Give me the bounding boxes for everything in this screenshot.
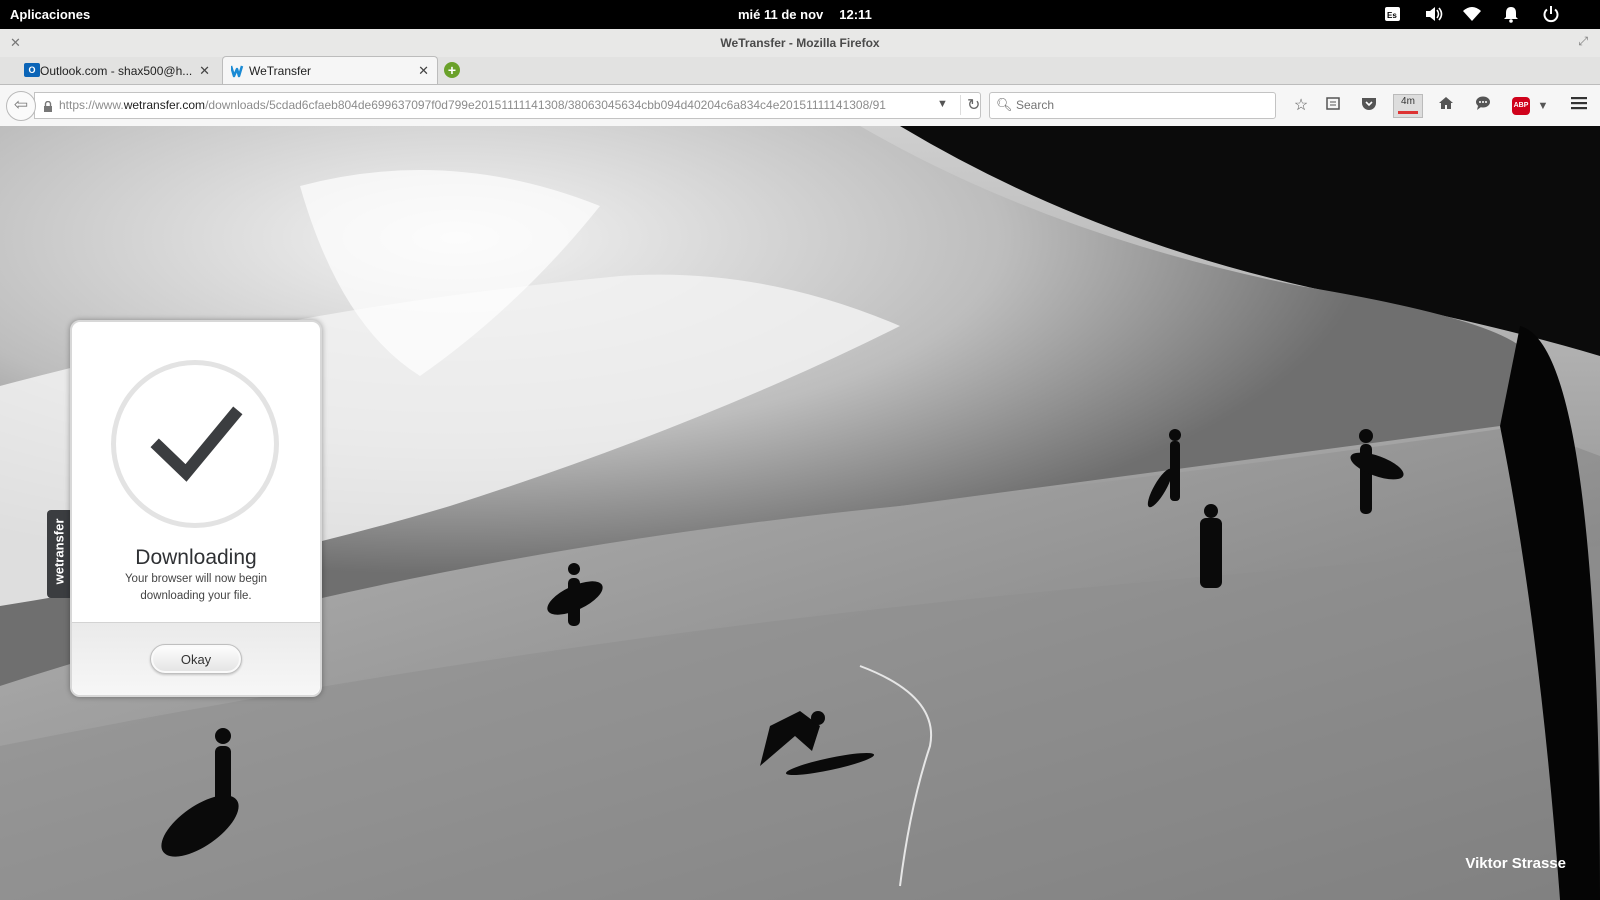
back-arrow-icon: ⇦ xyxy=(13,95,29,114)
url-text[interactable]: https://www.wetransfer.com/downloads/5cd… xyxy=(59,98,927,112)
hamburger-menu-icon[interactable] xyxy=(1568,95,1590,117)
dialog-heading: Downloading xyxy=(135,546,257,569)
dialog-message: Your browser will now begin downloading … xyxy=(124,573,268,602)
window-maximize-icon[interactable]: ⤢ xyxy=(1578,34,1588,49)
tab-close-icon[interactable]: ✕ xyxy=(199,63,210,79)
timer-label: 4m xyxy=(1401,96,1415,107)
url-path: /downloads/5cdad6cfaeb804de699637097f0d7… xyxy=(205,98,886,112)
page-content: wetransfer Downloading Your browser will… xyxy=(0,126,1600,900)
window-titlebar: ✕ WeTransfer - Mozilla Firefox ⤢ xyxy=(0,29,1600,58)
clock[interactable]: mié 11 de nov 12:11 xyxy=(738,7,888,22)
search-icon: 🔍︎ xyxy=(996,97,1013,112)
bookmarks-menu-icon[interactable] xyxy=(1322,95,1344,117)
volume-icon[interactable] xyxy=(1424,5,1444,25)
chat-icon[interactable] xyxy=(1472,95,1494,117)
photo-credit[interactable]: Viktor Strasse xyxy=(1465,855,1566,872)
dialog-body: Downloading Your browser will now begin … xyxy=(72,322,320,623)
wifi-icon[interactable] xyxy=(1462,5,1482,25)
okay-button[interactable]: Okay xyxy=(150,644,242,674)
timer-progress xyxy=(1398,111,1418,114)
system-top-bar: Aplicaciones mié 11 de nov 12:11 Es xyxy=(0,0,1600,29)
back-button[interactable]: ⇦ xyxy=(6,91,36,121)
url-dropdown-icon[interactable]: ▼ xyxy=(937,98,948,110)
checkmark-icon xyxy=(150,406,243,482)
notification-bell-icon[interactable] xyxy=(1502,5,1522,25)
new-tab-icon[interactable]: + xyxy=(444,62,460,78)
window-title: WeTransfer - Mozilla Firefox xyxy=(720,36,880,50)
tab-label: Outlook.com - shax500@h... xyxy=(40,64,193,78)
power-icon[interactable] xyxy=(1542,5,1562,25)
timer-addon[interactable]: 4m xyxy=(1393,94,1423,118)
applications-menu[interactable]: Aplicaciones xyxy=(10,7,90,22)
keyboard-layout-icon[interactable]: Es xyxy=(1384,5,1404,25)
home-icon[interactable] xyxy=(1435,95,1457,117)
wetransfer-side-tab[interactable]: wetransfer xyxy=(47,510,71,598)
url-prefix: https://www. xyxy=(59,98,124,112)
side-tab-label: wetransfer xyxy=(51,518,67,585)
adblock-dropdown-icon[interactable]: ▼ xyxy=(1532,95,1554,117)
date-label: mié 11 de nov xyxy=(738,7,824,22)
wetransfer-icon xyxy=(229,64,247,78)
tab-wetransfer[interactable]: WeTransfer ✕ xyxy=(222,56,438,84)
search-input[interactable] xyxy=(1014,97,1268,113)
url-domain: wetransfer.com xyxy=(123,98,206,112)
bookmark-star-icon[interactable]: ☆ xyxy=(1290,95,1312,117)
tab-label: WeTransfer xyxy=(249,64,312,78)
reload-icon[interactable]: ↻ xyxy=(960,95,980,115)
tab-outlook[interactable]: O Outlook.com - shax500@h... ✕ xyxy=(14,57,218,84)
tab-close-icon[interactable]: ✕ xyxy=(418,63,429,79)
success-circle xyxy=(111,360,279,528)
outlook-icon: O xyxy=(24,63,40,77)
navigation-toolbar: https://www.wetransfer.com/downloads/5cd… xyxy=(0,84,1600,127)
keyboard-layout-label: Es xyxy=(1387,11,1397,20)
lock-icon[interactable] xyxy=(43,99,53,112)
download-dialog: Downloading Your browser will now begin … xyxy=(70,320,322,697)
url-bar[interactable]: https://www.wetransfer.com/downloads/5cd… xyxy=(34,92,981,119)
search-box[interactable]: 🔍︎ xyxy=(989,92,1276,119)
time-label: 12:11 xyxy=(839,7,872,22)
tab-strip: O Outlook.com - shax500@h... ✕ WeTransfe… xyxy=(0,56,1600,84)
abp-label: ABP xyxy=(1513,102,1529,109)
adblock-plus-icon[interactable]: ABP xyxy=(1512,97,1530,115)
pocket-icon[interactable] xyxy=(1358,95,1380,117)
